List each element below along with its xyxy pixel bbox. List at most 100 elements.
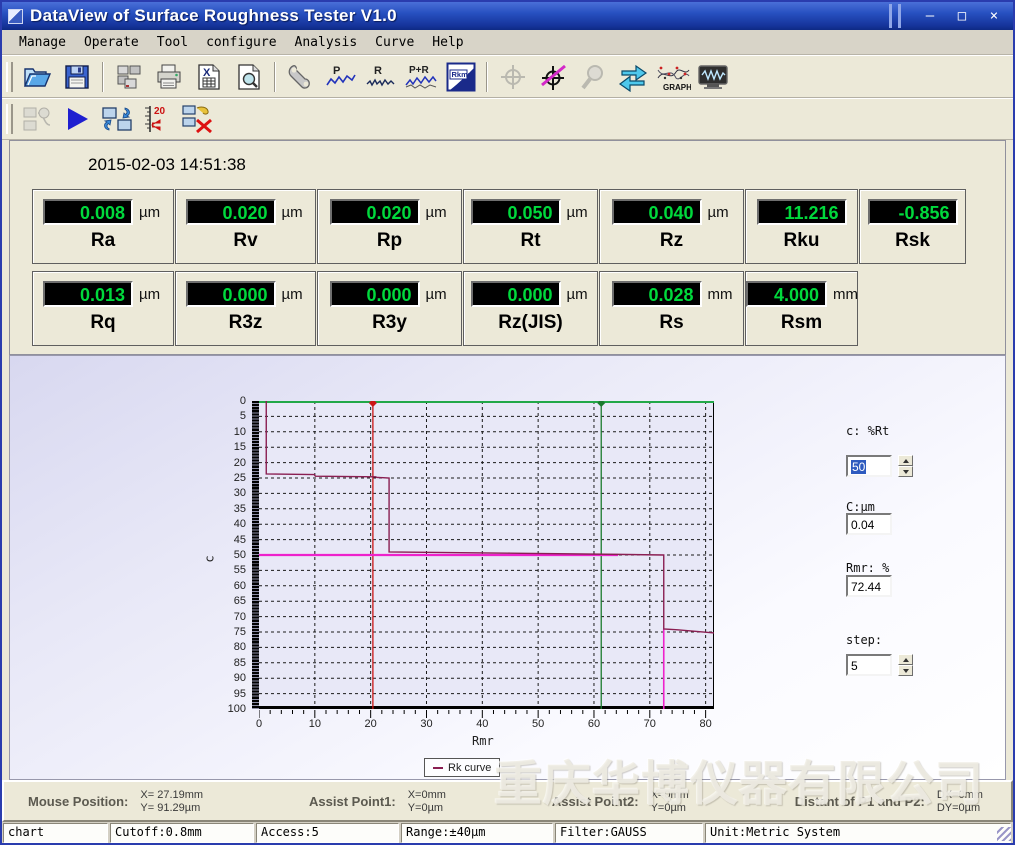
x-tick-label: 30 bbox=[413, 718, 439, 730]
c-percent-label: c: %Rt bbox=[846, 424, 889, 438]
parameter-label: Rz(JIS) bbox=[464, 312, 597, 334]
toolbar-drag-handle[interactable] bbox=[6, 62, 13, 92]
toolbar-drag-handle[interactable] bbox=[6, 104, 13, 134]
spin-down-button[interactable] bbox=[898, 466, 913, 477]
unit-label: µm bbox=[139, 286, 163, 303]
measure-rp: 0.020µm Rp bbox=[317, 189, 462, 264]
y-tick-label: 60 bbox=[216, 580, 246, 592]
menu-configure[interactable]: configure bbox=[197, 32, 285, 53]
c-percent-spinner bbox=[898, 455, 913, 477]
c-percent-input[interactable]: 50 bbox=[846, 455, 892, 477]
assist-point2-label: Assist Point2: bbox=[552, 794, 639, 809]
parameter-label: R3z bbox=[176, 312, 315, 334]
spin-up-button[interactable] bbox=[898, 455, 913, 466]
app-icon[interactable] bbox=[8, 9, 23, 24]
crosshair-cancel-button[interactable] bbox=[533, 58, 573, 96]
y-axis-title: c bbox=[203, 555, 217, 562]
parameter-label: R3y bbox=[318, 312, 461, 334]
lcd-display: 4.000 bbox=[746, 281, 827, 307]
status-unit: Unit:Metric System bbox=[705, 823, 1011, 843]
start-measure-button[interactable] bbox=[57, 100, 97, 138]
x-axis-title: Rmr bbox=[472, 734, 494, 748]
connect-device-button[interactable] bbox=[17, 100, 57, 138]
print-button[interactable] bbox=[149, 58, 189, 96]
menu-analysis[interactable]: Analysis bbox=[286, 32, 367, 53]
c-um-input[interactable]: 0.04 bbox=[846, 513, 892, 535]
settings-wrench-button[interactable] bbox=[281, 58, 321, 96]
measure-r3y: 0.000µm R3y bbox=[317, 271, 462, 346]
resize-grip[interactable] bbox=[997, 827, 1011, 841]
lcd-display: 0.000 bbox=[330, 281, 420, 307]
measure-rsk: -0.856 Rsk bbox=[859, 189, 966, 264]
rk-curve-plot[interactable] bbox=[252, 401, 714, 709]
rmr-label: Rmr: % bbox=[846, 561, 889, 575]
assist1-x-value: X=0mm bbox=[408, 789, 446, 801]
r-profile-button[interactable]: R bbox=[361, 58, 401, 96]
close-button[interactable]: × bbox=[985, 8, 1003, 24]
y-tick-label: 20 bbox=[216, 457, 246, 469]
minimize-button[interactable]: – bbox=[921, 8, 939, 24]
measure-rt: 0.050µm Rt bbox=[463, 189, 598, 264]
maximize-button[interactable]: □ bbox=[953, 8, 971, 24]
mouse-position-label: Mouse Position: bbox=[28, 794, 128, 809]
lcd-display: 0.013 bbox=[43, 281, 133, 307]
open-file-button[interactable] bbox=[17, 58, 57, 96]
assist2-x-value: X=0mm bbox=[651, 789, 689, 801]
y-tick-label: 10 bbox=[216, 426, 246, 438]
database-button[interactable] bbox=[109, 58, 149, 96]
step-input[interactable]: 5 bbox=[846, 654, 892, 676]
x-tick-label: 80 bbox=[693, 718, 719, 730]
print-preview-button[interactable] bbox=[229, 58, 269, 96]
unit-label: mm bbox=[833, 286, 857, 303]
parameter-label: Rs bbox=[600, 312, 743, 334]
menu-tool[interactable]: Tool bbox=[148, 32, 197, 53]
unit-label: mm bbox=[708, 286, 732, 303]
measure-ra: 0.008µm Ra bbox=[32, 189, 174, 264]
lcd-display: -0.856 bbox=[868, 199, 958, 225]
measurement-timestamp: 2015-02-03 14:51:38 bbox=[88, 155, 246, 175]
graph-button[interactable]: GRAPH bbox=[653, 58, 693, 96]
menu-bar: Manage Operate Tool configure Analysis C… bbox=[2, 30, 1013, 55]
x-tick-label: 70 bbox=[637, 718, 663, 730]
toolbar-separator bbox=[102, 62, 104, 92]
measure-rz: 0.040µm Rz bbox=[599, 189, 744, 264]
unit-label: µm bbox=[708, 204, 732, 221]
r-profile-label: R bbox=[374, 65, 382, 77]
menu-help[interactable]: Help bbox=[423, 32, 472, 53]
assist1-y-value: Y=0µm bbox=[408, 802, 446, 814]
pr-profile-button[interactable]: P+R bbox=[401, 58, 441, 96]
measure-rku: 11.216 Rku bbox=[745, 189, 858, 264]
status-cutoff: Cutoff:0.8mm bbox=[110, 823, 254, 843]
distance-dx-value: DX=0mm bbox=[937, 789, 983, 801]
unit-label: µm bbox=[139, 204, 163, 221]
plot-canvas[interactable] bbox=[259, 401, 714, 709]
disconnect-device-button[interactable] bbox=[177, 100, 217, 138]
measure-rsm: 4.000mm Rsm bbox=[745, 271, 858, 346]
crosshair-button[interactable] bbox=[493, 58, 533, 96]
oscilloscope-button[interactable] bbox=[693, 58, 733, 96]
export-excel-button[interactable]: X bbox=[189, 58, 229, 96]
rkmr-curve-button[interactable]: Rkmr bbox=[441, 58, 481, 96]
menu-curve[interactable]: Curve bbox=[366, 32, 423, 53]
sample-length-button[interactable]: 20 bbox=[137, 100, 177, 138]
parameter-label: Rsk bbox=[860, 230, 965, 252]
menu-operate[interactable]: Operate bbox=[75, 32, 148, 53]
p-profile-button[interactable]: P bbox=[321, 58, 361, 96]
svg-text:X: X bbox=[203, 67, 211, 79]
zoom-button[interactable] bbox=[573, 58, 613, 96]
rmr-input[interactable]: 72.44 bbox=[846, 575, 892, 597]
measure-rq: 0.013µm Rq bbox=[32, 271, 174, 346]
spin-up-button[interactable] bbox=[898, 654, 913, 665]
measurement-panel: 2015-02-03 14:51:38 0.008µm Ra 0.020µm R… bbox=[9, 140, 1006, 355]
spin-down-button[interactable] bbox=[898, 665, 913, 676]
menu-manage[interactable]: Manage bbox=[10, 32, 75, 53]
window-title: DataView of Surface Roughness Tester V1.… bbox=[30, 6, 397, 26]
sync-data-button[interactable] bbox=[97, 100, 137, 138]
status-filter: Filter:GAUSS bbox=[555, 823, 703, 843]
lcd-display: 0.000 bbox=[471, 281, 561, 307]
y-tick-label: 80 bbox=[216, 641, 246, 653]
app-window: DataView of Surface Roughness Tester V1.… bbox=[0, 0, 1015, 845]
swap-arrows-button[interactable] bbox=[613, 58, 653, 96]
save-file-button[interactable] bbox=[57, 58, 97, 96]
toolbar-separator bbox=[274, 62, 276, 92]
